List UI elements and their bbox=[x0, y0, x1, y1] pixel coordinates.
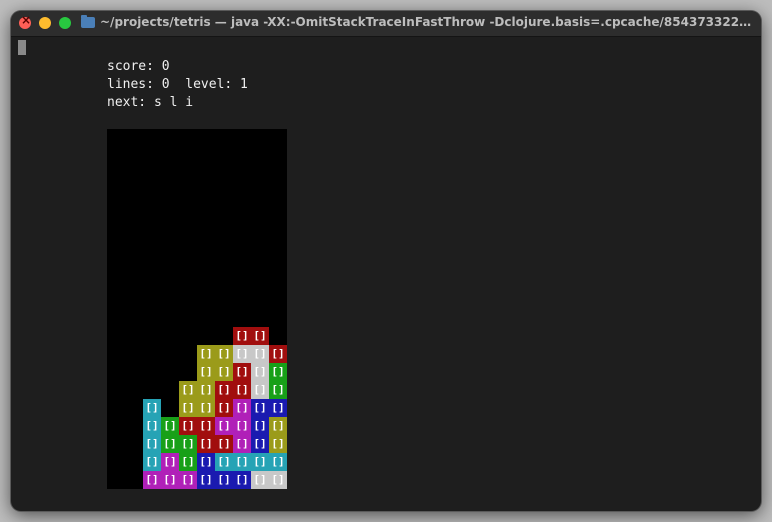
board-cell: [] bbox=[269, 399, 287, 417]
board-cell: [] bbox=[233, 345, 251, 363]
board-cell: [] bbox=[197, 417, 215, 435]
board-cell: [] bbox=[179, 417, 197, 435]
board-cell: [] bbox=[269, 435, 287, 453]
terminal-window: ~/projects/tetris — java -XX:-OmitStackT… bbox=[11, 11, 761, 511]
tetris-board: [][][][][][][][][][][][][][][][][][][][]… bbox=[107, 129, 287, 489]
board-cell: [] bbox=[143, 399, 161, 417]
board-cell: [] bbox=[179, 435, 197, 453]
board-cell: [] bbox=[143, 417, 161, 435]
board-cell: [] bbox=[251, 435, 269, 453]
board-cell: [] bbox=[215, 363, 233, 381]
board-cell: [] bbox=[233, 399, 251, 417]
board-cell: [] bbox=[215, 471, 233, 489]
board-cell: [] bbox=[161, 453, 179, 471]
board-cell: [] bbox=[269, 471, 287, 489]
board-cell: [] bbox=[269, 345, 287, 363]
board-cell: [] bbox=[197, 381, 215, 399]
board-cell: [] bbox=[197, 399, 215, 417]
board-cell: [] bbox=[215, 435, 233, 453]
board-cell: [] bbox=[251, 453, 269, 471]
board-cell: [] bbox=[161, 417, 179, 435]
board-cell: [] bbox=[215, 453, 233, 471]
board-cell: [] bbox=[161, 435, 179, 453]
board-cell: [] bbox=[251, 345, 269, 363]
board-cell: [] bbox=[179, 381, 197, 399]
board-cell: [] bbox=[269, 417, 287, 435]
board-cell: [] bbox=[197, 345, 215, 363]
board-cell: [] bbox=[197, 363, 215, 381]
board-cell: [] bbox=[197, 471, 215, 489]
title-bar: ~/projects/tetris — java -XX:-OmitStackT… bbox=[11, 11, 761, 37]
board-cell: [] bbox=[179, 471, 197, 489]
board-cell: [] bbox=[251, 327, 269, 345]
board-cell: [] bbox=[233, 363, 251, 381]
board-cell: [] bbox=[161, 471, 179, 489]
folder-icon bbox=[81, 15, 95, 28]
board-cell: [] bbox=[215, 381, 233, 399]
board-cell: [] bbox=[143, 453, 161, 471]
terminal-cursor bbox=[18, 40, 26, 55]
close-button[interactable] bbox=[19, 13, 31, 29]
board-cell: [] bbox=[197, 435, 215, 453]
board-cell: [] bbox=[269, 363, 287, 381]
board-cell: [] bbox=[197, 453, 215, 471]
board-cell: [] bbox=[215, 399, 233, 417]
board-cell: [] bbox=[179, 399, 197, 417]
score-line: score: 0 bbox=[107, 59, 170, 74]
zoom-button[interactable] bbox=[59, 17, 71, 29]
board-cell: [] bbox=[215, 345, 233, 363]
window-title: ~/projects/tetris — java -XX:-OmitStackT… bbox=[100, 15, 753, 29]
board-cell: [] bbox=[251, 363, 269, 381]
minimize-button[interactable] bbox=[39, 17, 51, 29]
board-cell: [] bbox=[251, 471, 269, 489]
lines-level-line: lines: 0 level: 1 bbox=[107, 77, 248, 92]
board-cell: [] bbox=[179, 453, 197, 471]
board-cell: [] bbox=[215, 417, 233, 435]
board-cell: [] bbox=[251, 381, 269, 399]
board-cell: [] bbox=[143, 471, 161, 489]
board-cell: [] bbox=[233, 435, 251, 453]
board-cell: [] bbox=[233, 381, 251, 399]
next-pieces-line: next: s l i bbox=[107, 95, 194, 110]
board-cell: [] bbox=[269, 381, 287, 399]
board-cell: [] bbox=[233, 417, 251, 435]
board-cell: [] bbox=[233, 453, 251, 471]
board-cell: [] bbox=[251, 417, 269, 435]
board-cell: [] bbox=[269, 453, 287, 471]
board-cell: [] bbox=[143, 435, 161, 453]
board-cell: [] bbox=[251, 399, 269, 417]
board-cell: [] bbox=[233, 327, 251, 345]
board-cell: [] bbox=[233, 471, 251, 489]
